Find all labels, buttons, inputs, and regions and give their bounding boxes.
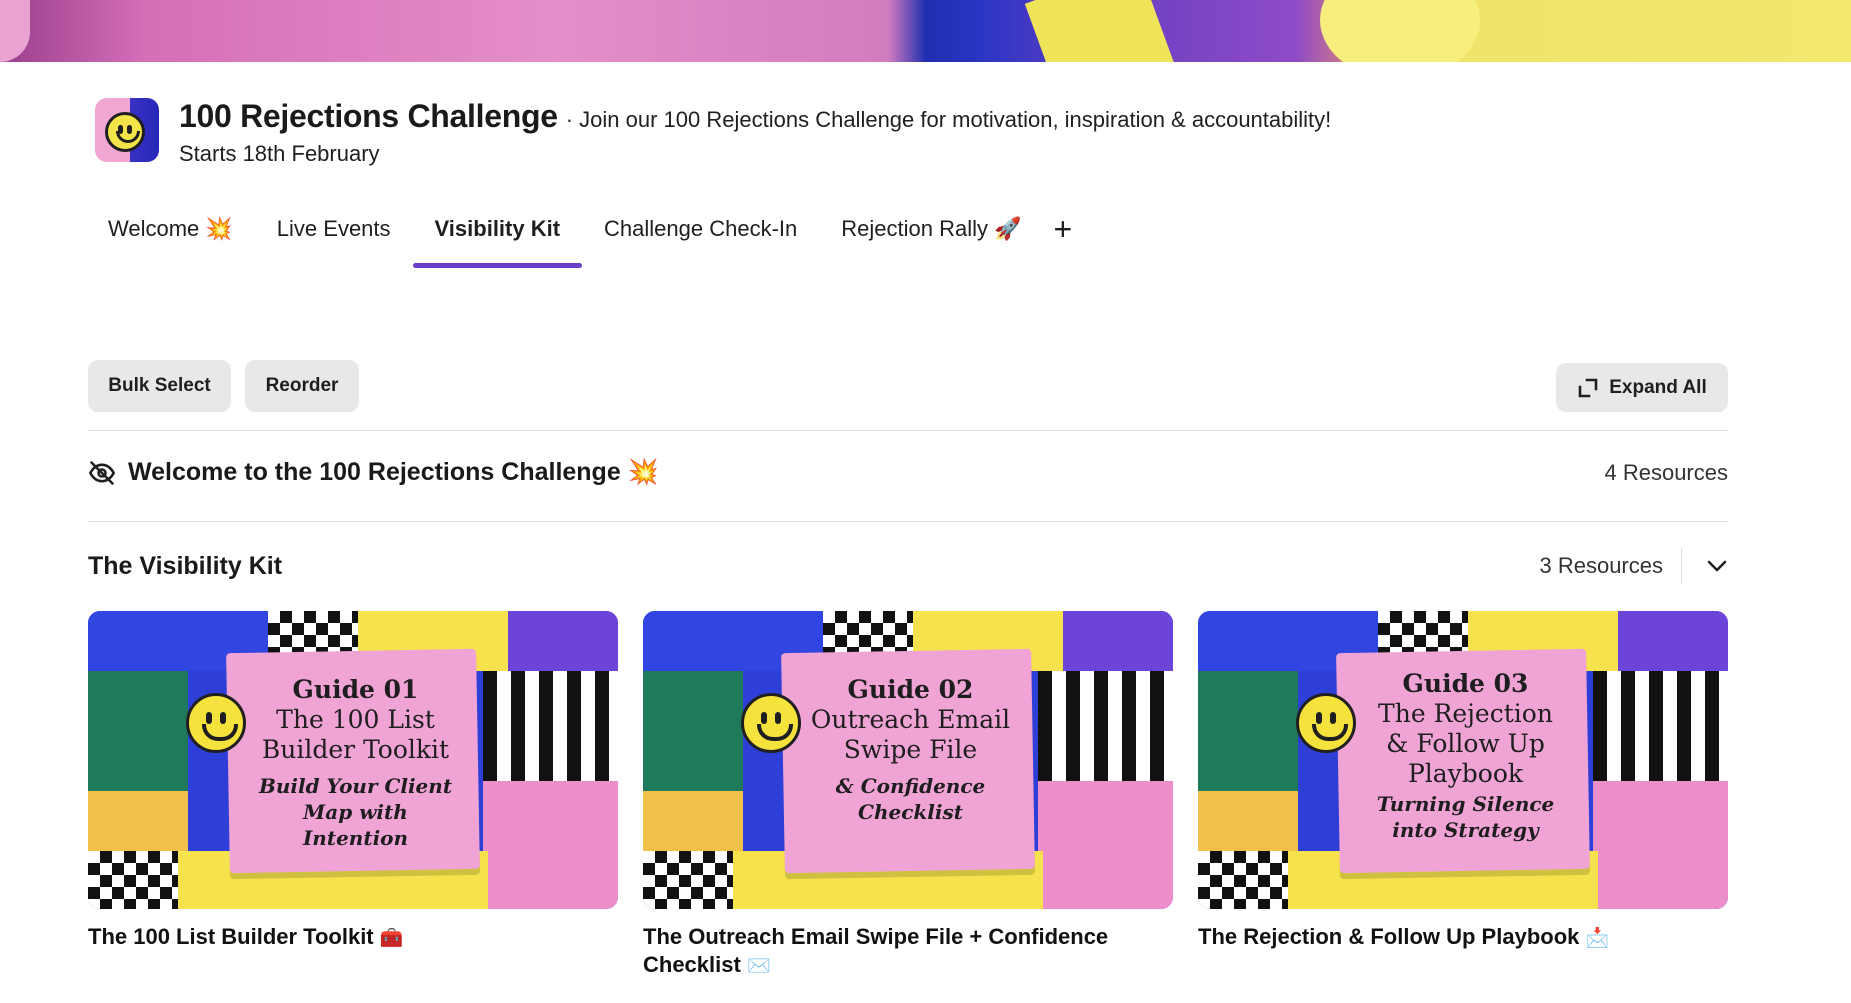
tab-visibility-kit[interactable]: Visibility Kit	[412, 208, 583, 268]
thumb-line: Playbook	[1407, 759, 1524, 788]
resource-card[interactable]: Guide 02 Outreach Email Swipe File & Con…	[643, 611, 1173, 980]
cover-banner	[0, 0, 1851, 62]
thumb-subtitle: Build Your Client	[258, 774, 453, 798]
tab-welcome[interactable]: Welcome 💥	[86, 208, 255, 268]
community-logo	[95, 98, 159, 162]
resource-card[interactable]: Guide 01 The 100 List Builder Toolkit Bu…	[88, 611, 618, 980]
toolbox-icon: 🧰	[379, 927, 404, 949]
card-title: The Rejection & Follow Up Playbook 📩	[1198, 924, 1610, 949]
tab-rejection-rally[interactable]: Rejection Rally 🚀	[819, 208, 1043, 268]
thumb-subtitle: into Strategy	[1392, 818, 1539, 842]
resource-count: 4 Resources	[1604, 459, 1728, 485]
community-header: 100 Rejections Challenge · Join our 100 …	[95, 98, 1331, 167]
add-tab-plus-icon[interactable]: +	[1044, 211, 1083, 266]
expand-all-button[interactable]: Expand All	[1556, 363, 1728, 412]
divider	[88, 430, 1728, 431]
thumb-subtitle: Checklist	[858, 800, 963, 824]
card-title: The Outreach Email Swipe File + Confiden…	[643, 924, 1109, 977]
thumb-line: The Rejection	[1378, 699, 1553, 728]
bulk-select-button[interactable]: Bulk Select	[88, 360, 231, 412]
community-start-date: Starts 18th February	[179, 141, 380, 166]
envelope-icon: ✉️	[746, 955, 771, 977]
space-tabs: Welcome 💥 Live Events Visibility Kit Cha…	[86, 208, 1082, 268]
section-visibility-kit: The Visibility Kit 3 Resources	[88, 548, 1728, 584]
reorder-button[interactable]: Reorder	[245, 360, 359, 412]
guide-02-thumbnail: Guide 02 Outreach Email Swipe File & Con…	[643, 611, 1173, 909]
guide-03-thumbnail: Guide 03 The Rejection & Follow Up Playb…	[1198, 611, 1728, 909]
incoming-envelope-icon: 📩	[1585, 927, 1610, 949]
thumb-line: The 100 List	[276, 705, 435, 734]
thumb-heading: Guide 01	[292, 675, 419, 704]
thumb-subtitle: & Confidence	[835, 774, 986, 798]
thumb-heading: Guide 02	[847, 675, 974, 704]
guide-01-thumbnail: Guide 01 The 100 List Builder Toolkit Bu…	[88, 611, 618, 909]
card-title: The 100 List Builder Toolkit 🧰	[88, 924, 404, 949]
resource-count: 3 Resources	[1539, 548, 1682, 584]
thumb-line: Outreach Email	[810, 705, 1011, 734]
tab-live-events[interactable]: Live Events	[255, 208, 413, 268]
resource-card[interactable]: Guide 03 The Rejection & Follow Up Playb…	[1198, 611, 1728, 980]
tab-challenge-check-in[interactable]: Challenge Check-In	[582, 208, 819, 268]
community-title: 100 Rejections Challenge	[179, 98, 558, 134]
section-welcome[interactable]: Welcome to the 100 Rejections Challenge …	[88, 458, 1728, 487]
section-title: The Visibility Kit	[88, 551, 283, 580]
expand-all-label: Expand All	[1609, 376, 1707, 398]
thumb-line: Swipe File	[843, 735, 978, 764]
thumb-line: & Follow Up	[1386, 729, 1545, 758]
thumb-line: Builder Toolkit	[261, 735, 450, 764]
thumb-subtitle: Map with Intention	[302, 800, 409, 850]
thumb-heading: Guide 03	[1402, 669, 1529, 698]
divider	[88, 521, 1728, 522]
thumb-subtitle: Turning Silence	[1376, 792, 1555, 816]
chevron-down-icon[interactable]	[1682, 548, 1728, 584]
expand-icon	[1578, 378, 1598, 397]
hidden-eye-icon	[88, 460, 116, 485]
community-tagline: · Join our 100 Rejections Challenge for …	[565, 107, 1332, 132]
resource-cards: Guide 01 The 100 List Builder Toolkit Bu…	[88, 611, 1728, 980]
section-title: Welcome to the 100 Rejections Challenge …	[128, 458, 659, 486]
